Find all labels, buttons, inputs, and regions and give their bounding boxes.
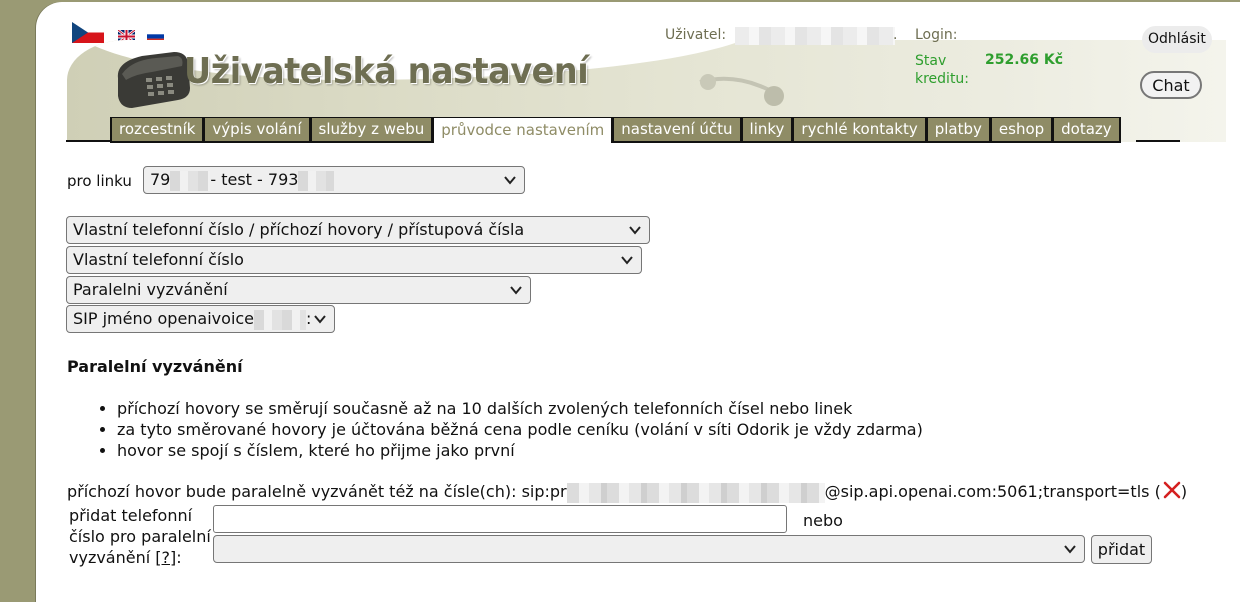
credit-label: Stav kreditu: bbox=[915, 53, 970, 87]
section-title: Paralelní vyzvánění bbox=[67, 357, 243, 376]
feature-description-list: příchozí hovory se směrují současně až n… bbox=[100, 398, 923, 461]
category-select[interactable]: Vlastní telefonní číslo / příchozí hovor… bbox=[66, 216, 650, 244]
line-select-prefix: 79 bbox=[150, 170, 171, 189]
add-number-label: přidat telefonní číslo pro paralelní vyz… bbox=[69, 505, 214, 568]
phone-number-input[interactable] bbox=[213, 505, 787, 533]
user-name-redacted bbox=[735, 27, 895, 45]
parallel-close-paren: ) bbox=[1180, 482, 1188, 501]
sip-name-redacted bbox=[254, 309, 307, 330]
add-number-label-end: ]: bbox=[170, 548, 182, 567]
chevron-down-icon bbox=[629, 226, 641, 235]
tab-linky[interactable]: linky bbox=[742, 118, 792, 141]
feature-select-value: Paralelni vyzvánění bbox=[73, 280, 228, 299]
chevron-down-icon bbox=[510, 286, 522, 295]
main-nav: rozcestník výpis volání služby z webu pr… bbox=[110, 117, 1121, 144]
line-number-redacted bbox=[170, 170, 211, 191]
user-suffix: . bbox=[893, 27, 898, 43]
subcategory-select-value: Vlastní telefonní číslo bbox=[73, 250, 244, 269]
desk-phone-icon bbox=[117, 52, 190, 108]
tab-nastaveni-uctu[interactable]: nastavení účtu bbox=[614, 118, 740, 141]
page-title: Uživatelská nastavení bbox=[184, 51, 589, 92]
tab-pruvodce-nastavenim[interactable]: průvodce nastavením bbox=[434, 118, 612, 144]
credit-value: 252.66 Kč bbox=[985, 52, 1064, 68]
contact-select[interactable] bbox=[213, 535, 1085, 563]
help-link[interactable]: ? bbox=[162, 548, 171, 567]
add-number-label-text: přidat telefonní číslo pro paralelní vyz… bbox=[69, 506, 211, 567]
line-select-middle: - test - 793 bbox=[210, 170, 299, 189]
sip-name-prefix: SIP jméno openaivoice bbox=[73, 309, 255, 328]
or-label: nebo bbox=[803, 511, 843, 530]
list-item: příchozí hovory se směrují současně až n… bbox=[117, 398, 923, 419]
nav-rule-right bbox=[1136, 140, 1180, 142]
list-item: hovor se spojí s číslem, které ho přijme… bbox=[117, 440, 923, 461]
nav-rule-left bbox=[66, 140, 110, 142]
subcategory-select[interactable]: Vlastní telefonní číslo bbox=[66, 246, 642, 274]
login-label: Login: bbox=[915, 27, 958, 43]
category-select-value: Vlastní telefonní číslo / příchozí hovor… bbox=[73, 220, 525, 239]
list-item: za tyto směrované hovory je účtována běž… bbox=[117, 419, 923, 440]
tab-dotazy[interactable]: dotazy bbox=[1054, 118, 1119, 141]
chat-button[interactable]: Chat bbox=[1140, 71, 1202, 99]
tab-platby[interactable]: platby bbox=[927, 118, 989, 141]
handset-icon bbox=[699, 74, 784, 106]
chevron-down-icon bbox=[314, 315, 326, 324]
chevron-down-icon bbox=[504, 176, 516, 185]
line-select[interactable]: 79 - test - 793 bbox=[143, 166, 525, 194]
delete-x-icon[interactable] bbox=[1163, 481, 1181, 499]
sip-address-redacted bbox=[566, 482, 825, 503]
parallel-suffix: @sip.api.openai.com:5061;transport=tls ( bbox=[824, 482, 1161, 501]
sip-name-suffix: : bbox=[306, 309, 312, 328]
chevron-down-icon bbox=[621, 256, 633, 265]
tab-sluzby-z-webu[interactable]: služby z webu bbox=[311, 118, 432, 141]
tab-rychle-kontakty[interactable]: rychlé kontakty bbox=[794, 118, 925, 141]
parallel-label: příchozí hovor bude paralelně vyzvánět t… bbox=[67, 482, 567, 501]
chevron-down-icon bbox=[1064, 545, 1076, 554]
add-button[interactable]: přidat bbox=[1091, 535, 1152, 564]
tab-rozcestnik[interactable]: rozcestník bbox=[112, 118, 203, 141]
sip-name-select[interactable]: SIP jméno openaivoice: bbox=[66, 305, 335, 333]
logout-button[interactable]: Odhlásit bbox=[1142, 26, 1212, 53]
tab-vypis-volani[interactable]: výpis volání bbox=[205, 118, 309, 141]
line-number-redacted-2 bbox=[298, 170, 335, 191]
tab-eshop[interactable]: eshop bbox=[991, 118, 1052, 141]
feature-select[interactable]: Paralelni vyzvánění bbox=[66, 276, 531, 304]
line-label: pro linku bbox=[67, 172, 132, 190]
parallel-numbers-row: příchozí hovor bude paralelně vyzvánět t… bbox=[67, 481, 1187, 503]
user-label: Uživatel: bbox=[665, 27, 727, 43]
